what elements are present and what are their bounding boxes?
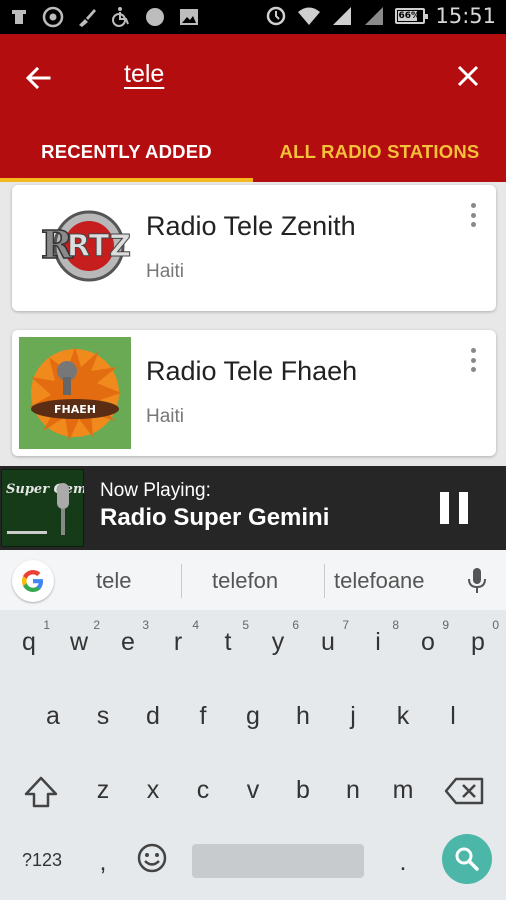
signal-icon-2 <box>365 7 384 25</box>
clock: 15:51 <box>435 4 496 28</box>
key-l[interactable]: l <box>428 702 478 731</box>
key-u[interactable]: u7 <box>303 618 353 657</box>
more-options-icon[interactable] <box>464 346 482 374</box>
key-i[interactable]: i8 <box>353 618 403 657</box>
station-name: Radio Tele Zenith <box>146 211 356 241</box>
key-q[interactable]: q1 <box>4 618 54 657</box>
key-h[interactable]: h <box>278 702 328 731</box>
key-f[interactable]: f <box>178 702 228 731</box>
pause-icon <box>440 492 449 524</box>
pause-button[interactable] <box>440 492 468 524</box>
key-p[interactable]: p0 <box>453 618 503 657</box>
brush-icon <box>79 9 96 27</box>
key-g[interactable]: g <box>228 702 278 731</box>
suggestion-item[interactable]: tele <box>96 568 131 594</box>
shift-icon[interactable] <box>22 774 60 810</box>
key-k[interactable]: k <box>378 702 428 731</box>
station-country: Haiti <box>146 406 185 427</box>
emoji-icon[interactable] <box>136 842 168 874</box>
arrow-left-icon <box>25 66 51 90</box>
wheelchair-icon <box>112 7 129 27</box>
station-card[interactable]: R RTZ Radio Tele Zenith Haiti <box>12 185 496 311</box>
station-list: R RTZ Radio Tele Zenith Haiti FHAEH Radi… <box>0 182 506 466</box>
station-logo: R RTZ <box>19 192 131 304</box>
battery-icon: 66% <box>395 8 429 24</box>
key-y[interactable]: y6 <box>253 618 303 657</box>
search-input[interactable]: tele <box>124 60 164 89</box>
tab-bar: RECENTLY ADDED ALL RADIO STATIONS <box>0 122 506 182</box>
key-a[interactable]: a <box>28 702 78 731</box>
app-bar: tele RECENTLY ADDED ALL RADIO STATIONS <box>0 34 506 182</box>
station-logo: FHAEH <box>19 337 131 449</box>
sync-icon <box>267 6 286 26</box>
now-playing-title: Radio Super Gemini <box>100 504 330 531</box>
clear-search-button[interactable] <box>448 56 488 96</box>
more-options-icon[interactable] <box>464 201 482 229</box>
back-button[interactable] <box>18 58 58 98</box>
backspace-icon[interactable] <box>444 776 486 806</box>
now-playing-bar[interactable]: Super Gemini Now Playing: Radio Super Ge… <box>0 466 506 550</box>
station-card[interactable]: FHAEH Radio Tele Fhaeh Haiti <box>12 330 496 456</box>
station-logo-text: RTZ <box>67 229 131 264</box>
space-bar[interactable] <box>192 844 364 878</box>
key-t[interactable]: t5 <box>203 618 253 657</box>
symbols-key[interactable]: ?123 <box>14 850 70 871</box>
key-d[interactable]: d <box>128 702 178 731</box>
key-n[interactable]: n <box>328 776 378 805</box>
google-icon[interactable] <box>12 560 54 602</box>
now-playing-label: Now Playing: <box>100 480 211 501</box>
key-b[interactable]: b <box>278 776 328 805</box>
search-key[interactable] <box>442 834 492 884</box>
key-e[interactable]: e3 <box>103 618 153 657</box>
key-r[interactable]: r4 <box>153 618 203 657</box>
notification-icons <box>8 6 200 28</box>
now-playing-artwork: Super Gemini <box>1 469 84 547</box>
key-o[interactable]: o9 <box>403 618 453 657</box>
image-icon <box>180 9 198 25</box>
period-key[interactable]: . <box>378 848 428 877</box>
chrome-icon <box>42 6 64 28</box>
soft-keyboard: tele telefon telefoane q1 w2 e3 r4 t5 y6… <box>0 550 506 900</box>
artwork-text: Super Gemini <box>6 482 84 497</box>
signal-icon <box>333 7 352 25</box>
station-logo-text: FHAEH <box>54 403 96 416</box>
circle-icon <box>146 8 164 26</box>
comma-key[interactable]: , <box>78 848 128 877</box>
key-j[interactable]: j <box>328 702 378 731</box>
key-c[interactable]: c <box>178 776 228 805</box>
station-country: Haiti <box>146 261 185 282</box>
close-icon <box>457 65 479 87</box>
suggestion-strip: tele telefon telefoane <box>0 550 506 610</box>
key-x[interactable]: x <box>128 776 178 805</box>
battery-level: 66% <box>398 11 421 21</box>
tab-all-radio-stations[interactable]: ALL RADIO STATIONS <box>253 122 506 182</box>
microphone-icon[interactable] <box>466 567 488 595</box>
key-v[interactable]: v <box>228 776 278 805</box>
key-w[interactable]: w2 <box>54 618 104 657</box>
wifi-icon <box>298 7 321 25</box>
suggestion-item[interactable]: telefoane <box>334 568 425 594</box>
key-area: q1 w2 e3 r4 t5 y6 u7 i8 o9 p0 a s d f g … <box>0 610 506 900</box>
key-z[interactable]: z <box>78 776 128 805</box>
station-name: Radio Tele Fhaeh <box>146 356 358 386</box>
key-m[interactable]: m <box>378 776 428 805</box>
tab-recently-added[interactable]: RECENTLY ADDED <box>0 122 253 182</box>
usb-icon <box>12 10 26 24</box>
search-icon <box>455 847 479 871</box>
key-s[interactable]: s <box>78 702 128 731</box>
status-bar: 66% 15:51 <box>0 0 506 34</box>
suggestion-item[interactable]: telefon <box>212 568 278 594</box>
